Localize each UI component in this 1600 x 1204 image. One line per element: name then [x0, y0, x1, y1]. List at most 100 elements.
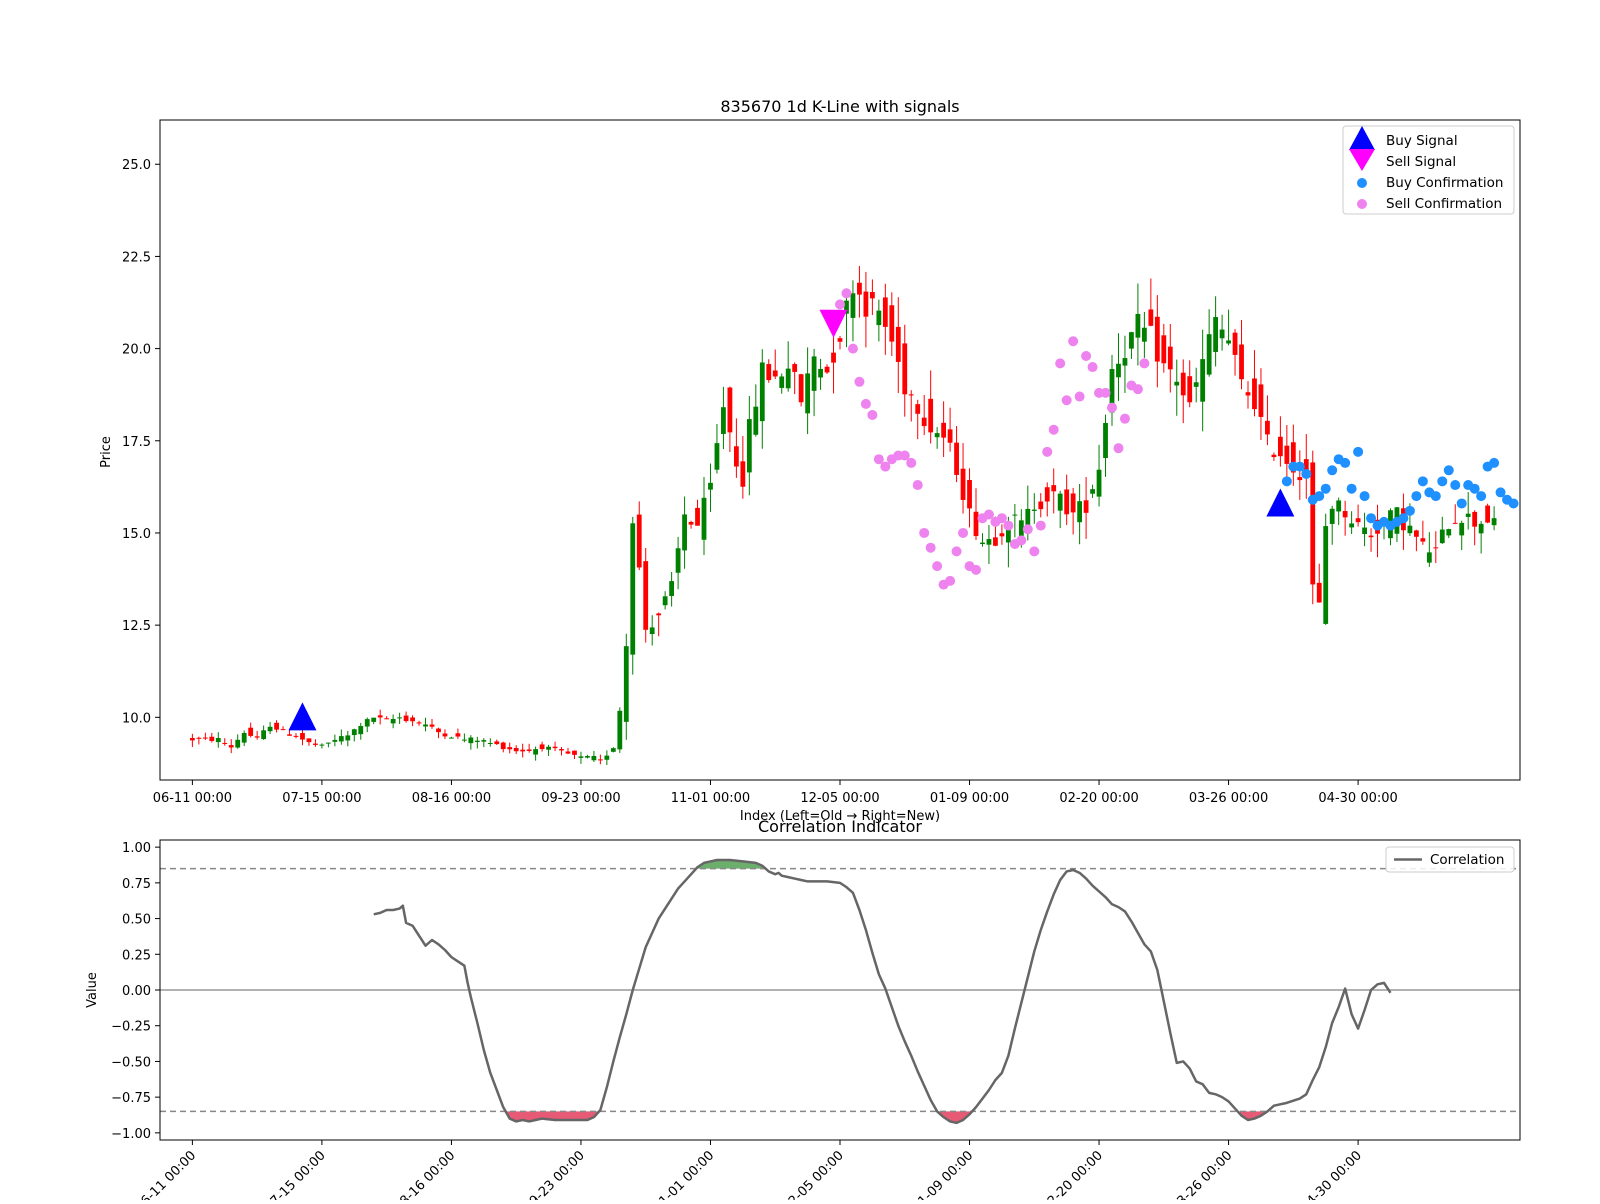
candlestick [390, 714, 396, 729]
candle-body [824, 366, 830, 373]
candlestick [1193, 367, 1199, 403]
candlestick [410, 715, 415, 727]
candlestick [1167, 324, 1173, 393]
candlestick [228, 739, 234, 754]
candle-body [533, 749, 539, 755]
legend-circle-icon [1357, 178, 1367, 188]
candle-body [1491, 518, 1497, 526]
candle-body [539, 744, 545, 750]
sell-confirmation-point [1113, 443, 1124, 454]
candlestick [1452, 504, 1458, 524]
sell-confirmation-point [835, 299, 845, 310]
candle-body [986, 539, 992, 545]
candlestick [675, 536, 681, 590]
correlation-y-ticks: 1.00 0.75 0.50 0.25 0.00 −0.25 −0.50 −0.75 −1.00 [111, 841, 160, 1142]
candlestick [818, 358, 823, 390]
candlestick [1090, 484, 1095, 498]
candlestick [1174, 359, 1180, 416]
candle-body [721, 407, 726, 434]
candlestick [610, 747, 616, 753]
candle-body [494, 741, 500, 745]
candlestick [1426, 532, 1432, 567]
candle-body [410, 717, 415, 722]
x-tick-label: 02-20 00:00 [1039, 1148, 1106, 1200]
candle-body [390, 719, 396, 724]
candlestick [1284, 425, 1290, 481]
candle-body [850, 293, 856, 318]
candle-body [507, 747, 513, 750]
candlestick [487, 738, 493, 747]
candle-body [1064, 489, 1070, 515]
candlestick [1051, 468, 1057, 514]
candlestick [811, 348, 817, 417]
sell-confirmation-point [1107, 402, 1117, 413]
candlestick [1064, 474, 1070, 526]
candlestick [481, 738, 487, 748]
candle-body [889, 305, 895, 342]
candle-body [280, 729, 286, 731]
candlestick [468, 735, 474, 750]
candle-body [1433, 547, 1439, 549]
candlestick [1206, 309, 1212, 377]
legend-label: Sell Signal [1386, 154, 1456, 170]
candle-body [766, 364, 772, 381]
candlestick [1096, 444, 1102, 507]
candle-body [792, 364, 798, 372]
candlestick [999, 524, 1005, 545]
candlestick [351, 728, 357, 742]
candle-body [442, 733, 448, 737]
correlation-legend: Correlation [1385, 846, 1515, 873]
candlestick [306, 738, 312, 746]
candle-body [591, 755, 597, 761]
candle-body [513, 747, 519, 752]
buy-confirmation-point [1489, 457, 1500, 468]
candle-body [254, 736, 260, 738]
candlestick [1271, 452, 1277, 461]
candle-body [1057, 493, 1063, 511]
buy-confirmation-point [1327, 465, 1338, 476]
candle-body [947, 429, 953, 443]
candlestick [649, 615, 655, 646]
candle-body [293, 735, 299, 737]
candlestick [1329, 505, 1335, 545]
candle-body [364, 719, 370, 727]
sell-confirmation-point [867, 409, 878, 420]
candle-body [1252, 378, 1257, 410]
candlestick [688, 520, 694, 529]
candle-body [215, 738, 221, 743]
candlestick [740, 436, 746, 499]
candlestick [1226, 309, 1231, 346]
candle-body [876, 310, 882, 326]
kline-y-label: Price [99, 436, 114, 468]
candlestick [235, 734, 241, 749]
x-tick-label: 02-20 00:00 [1059, 791, 1138, 806]
candle-body [267, 726, 273, 732]
candle-body [1012, 514, 1018, 516]
x-tick-label: 12-05 00:00 [800, 791, 879, 806]
y-tick-label: 0.75 [122, 877, 151, 892]
candlestick [1031, 493, 1037, 524]
sell-confirmation-point [854, 376, 865, 387]
candle-body [1148, 309, 1154, 326]
candle-body [1349, 523, 1355, 528]
candlestick [772, 349, 778, 379]
candlestick [494, 739, 500, 745]
legend-label: Buy Confirmation [1386, 175, 1503, 191]
candle-body [1407, 525, 1413, 534]
candle-body [585, 756, 590, 758]
y-tick-label: 1.00 [122, 841, 151, 856]
candlestick [785, 341, 791, 392]
candle-body [1239, 344, 1244, 380]
kline-legend: Buy Signal Sell Signal Buy Confirmation Sel… [1342, 125, 1515, 215]
candle-body [798, 374, 804, 403]
candlestick [1342, 500, 1348, 536]
candlestick [1180, 359, 1186, 424]
candlestick [1258, 368, 1264, 440]
candlestick [274, 720, 279, 733]
candle-body [1213, 317, 1219, 352]
y-tick-label: −0.75 [111, 1091, 151, 1106]
x-tick-label: 07-15 00:00 [262, 1148, 329, 1200]
candle-body [261, 730, 267, 740]
y-tick-label: 12.5 [122, 619, 151, 634]
candlestick [798, 373, 804, 407]
